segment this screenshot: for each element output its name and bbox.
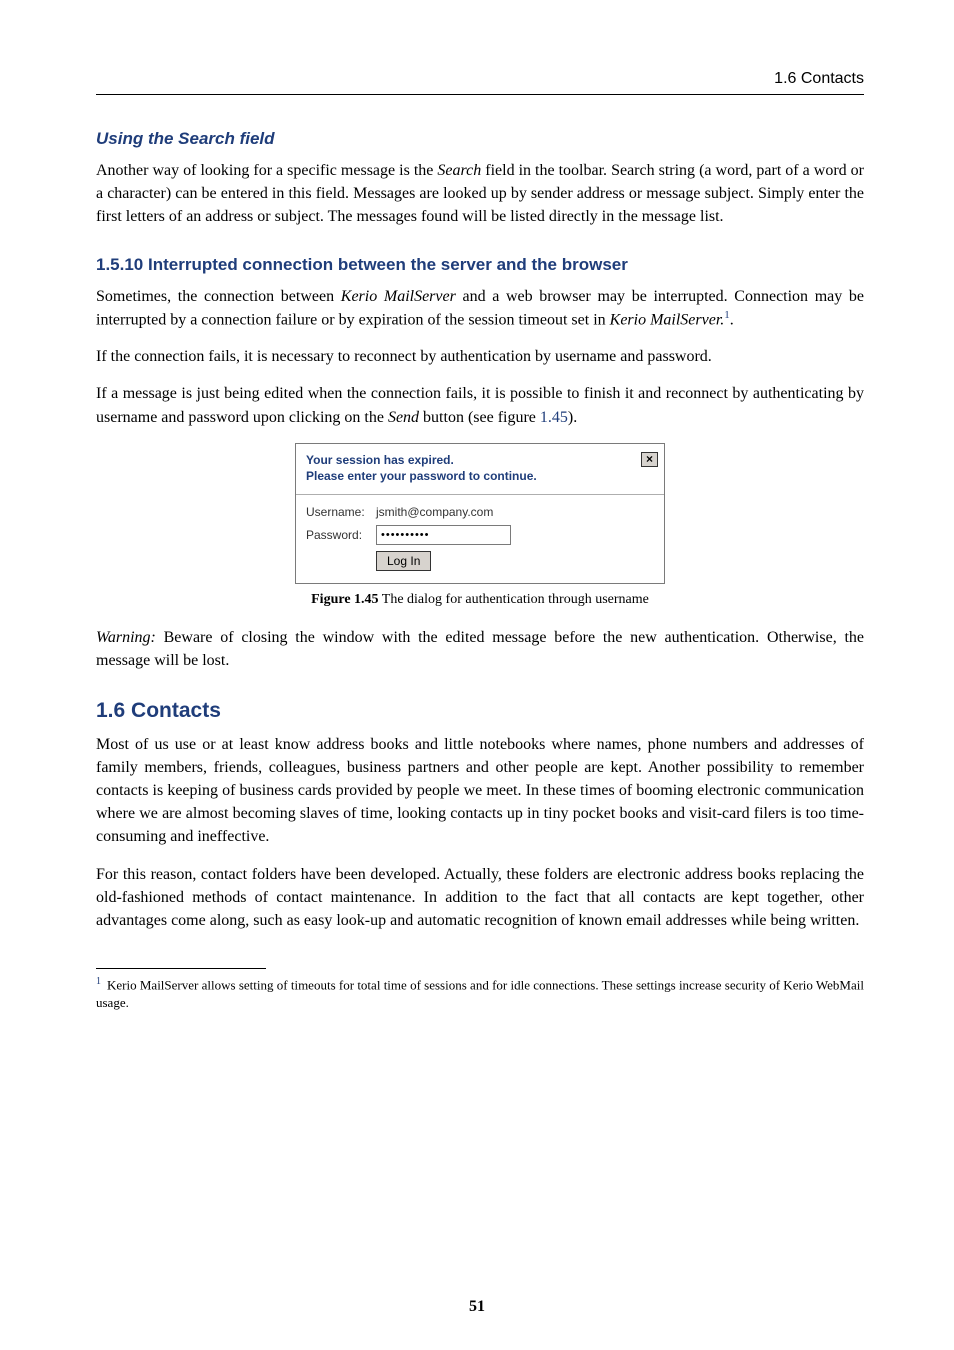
para-interrupted-3: If a message is just being edited when t… (96, 382, 864, 428)
page-number: 51 (0, 1298, 954, 1316)
para-contacts-2: For this reason, contact folders have be… (96, 863, 864, 933)
close-icon: × (646, 453, 653, 465)
dialog-title: Your session has expired. Please enter y… (306, 452, 641, 484)
dialog-body: Username: jsmith@company.com Password: L… (296, 495, 664, 583)
heading-interrupted: 1.5.10 Interrupted connection between th… (96, 255, 864, 275)
text: Sometimes, the connection between (96, 288, 341, 305)
password-row: Password: (306, 525, 654, 545)
button-row: Log In (306, 551, 654, 571)
text: button (see figure (419, 409, 540, 426)
para-interrupted-2: If the connection fails, it is necessary… (96, 345, 864, 368)
caption-text: The dialog for authentication through us… (379, 592, 649, 607)
dialog-header: Your session has expired. Please enter y… (296, 444, 664, 495)
close-button[interactable]: × (641, 452, 658, 467)
caption-label: Figure 1.45 (311, 592, 378, 607)
figure-caption: Figure 1.45 The dialog for authenticatio… (96, 592, 864, 608)
login-button[interactable]: Log In (376, 551, 431, 571)
heading-using-search: Using the Search field (96, 129, 864, 149)
footnote-number: 1 (96, 976, 101, 987)
figure: Your session has expired. Please enter y… (96, 443, 864, 584)
username-row: Username: jsmith@company.com (306, 505, 654, 519)
em: Send (388, 409, 419, 426)
em: Kerio MailServer. (610, 311, 725, 328)
figure-ref[interactable]: 1.45 (540, 409, 568, 426)
dialog-title-line2: Please enter your password to continue. (306, 469, 537, 483)
running-head: 1.6 Contacts (96, 70, 864, 95)
para-interrupted-1: Sometimes, the connection between Kerio … (96, 285, 864, 332)
footnote: 1Kerio MailServer allows setting of time… (96, 975, 864, 1011)
em: Kerio MailServer (341, 288, 456, 305)
password-input[interactable] (376, 525, 511, 545)
para-contacts-1: Most of us use or at least know address … (96, 733, 864, 849)
warning-text: Beware of closing the window with the ed… (96, 629, 864, 669)
warning-label: Warning: (96, 629, 156, 646)
session-expired-dialog: Your session has expired. Please enter y… (295, 443, 665, 584)
footnote-text: Kerio MailServer allows setting of timeo… (96, 977, 864, 1010)
heading-contacts: 1.6 Contacts (96, 699, 864, 723)
footnote-rule (96, 968, 266, 969)
text: . (730, 311, 734, 328)
text: Another way of looking for a specific me… (96, 162, 437, 179)
em: Search (437, 162, 481, 179)
para-search: Another way of looking for a specific me… (96, 159, 864, 229)
username-value: jsmith@company.com (376, 505, 493, 519)
password-label: Password: (306, 528, 376, 542)
text: ). (568, 409, 577, 426)
para-warning: Warning: Beware of closing the window wi… (96, 626, 864, 672)
dialog-title-line1: Your session has expired. (306, 453, 454, 467)
username-label: Username: (306, 505, 376, 519)
